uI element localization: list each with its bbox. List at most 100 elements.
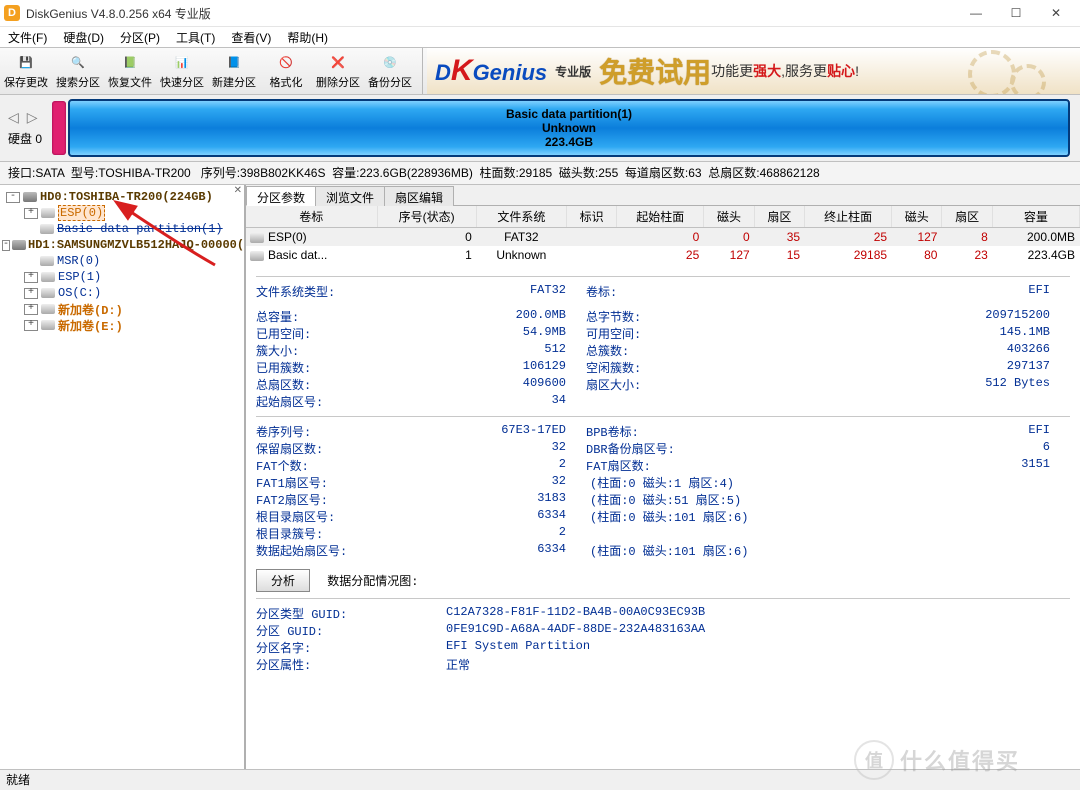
disk-icon (22, 190, 38, 204)
toolbar-label: 格式化 (270, 74, 303, 90)
grid-header[interactable]: 文件系统 (476, 206, 566, 228)
tree-row[interactable]: -HD1:SAMSUNGMZVLB512HAJQ-00000(47 (2, 237, 242, 253)
detail-line: 起始扇区号:34 (256, 393, 1070, 410)
toolbar-button[interactable]: 📊快速分区 (156, 48, 208, 94)
toolbar-button[interactable]: ❌删除分区 (312, 48, 364, 94)
brand-logo: DKGenius (435, 54, 547, 88)
gear-decoration (956, 48, 1076, 94)
tree-row[interactable]: + ESP(1) (2, 269, 242, 285)
tree-toggle-icon[interactable]: + (24, 272, 38, 283)
tabs: 分区参数浏览文件扇区编辑 (246, 185, 1080, 206)
tree-row[interactable]: +ESP(0) (2, 205, 242, 221)
grid-header[interactable]: 卷标 (246, 206, 377, 228)
partition-icon (40, 286, 56, 300)
menu-item[interactable]: 文件(F) (4, 27, 51, 48)
disk-overview-strip: ◁ ▷ 硬盘 0 Basic data partition(1) Unknown… (0, 95, 1080, 162)
disk-partition-block[interactable]: Basic data partition(1) Unknown 223.4GB (68, 99, 1070, 157)
banner-headline: 免费试用 (599, 51, 711, 91)
analyze-button[interactable]: 分析 (256, 569, 310, 592)
grid-header[interactable]: 扇区 (754, 206, 804, 228)
grid-header[interactable]: 标识 (566, 206, 616, 228)
tree-toggle-icon[interactable]: + (24, 208, 38, 219)
detail-line: FAT个数:2FAT扇区数:3151 (256, 457, 1070, 474)
toolbar-button[interactable]: 💿备份分区 (364, 48, 416, 94)
grid-header[interactable]: 扇区 (942, 206, 992, 228)
tree-label: 新加卷(E:) (58, 317, 123, 334)
detail-line: 总容量:200.0MB总字节数:209715200 (256, 308, 1070, 325)
detail-line: 根目录簇号:2 (256, 525, 1070, 542)
disk-esp-sliver[interactable] (52, 101, 66, 155)
partition-icon (40, 302, 56, 316)
banner-ad[interactable]: DKGenius 专业版 免费试用 功能更强大,服务更贴心! (427, 48, 1080, 94)
grid-header[interactable]: 磁头 (892, 206, 942, 228)
detail-line: 分区名字:EFI System Partition (256, 639, 1070, 656)
tree-label: HD1:SAMSUNGMZVLB512HAJQ-00000(47 (28, 238, 246, 252)
toolbar-label: 备份分区 (368, 74, 412, 90)
close-button[interactable]: ✕ (1036, 1, 1076, 25)
tree-label: OS(C:) (58, 286, 101, 300)
toolbar-button[interactable]: 💾保存更改 (0, 48, 52, 94)
nav-forward-icon[interactable]: ▷ (27, 109, 38, 126)
partition-icon (250, 233, 264, 243)
toolbar-label: 快速分区 (160, 74, 204, 90)
grid-header[interactable]: 磁头 (704, 206, 754, 228)
grid-header[interactable]: 容量 (992, 206, 1079, 228)
tree-label: HD0:TOSHIBA-TR200(224GB) (40, 190, 213, 204)
table-row[interactable]: Basic dat...1Unknown2512715291858023223.… (246, 246, 1080, 264)
detail-line: 文件系统类型:FAT32卷标:EFI (256, 283, 1070, 300)
tree-row[interactable]: Basic data partition(1) (2, 221, 242, 237)
partition-block-fs: Unknown (542, 121, 596, 135)
disk-nav: ◁ ▷ 硬盘 0 (8, 109, 42, 147)
tree-toggle-icon[interactable]: + (24, 304, 38, 315)
partition-icon (40, 206, 56, 220)
tab[interactable]: 扇区编辑 (384, 186, 454, 206)
disk-info-line: 接口:SATA 型号:TOSHIBA-TR200 序列号:398B802KK46… (0, 162, 1080, 185)
menu-item[interactable]: 查看(V) (227, 27, 275, 48)
maximize-button[interactable]: ☐ (996, 1, 1036, 25)
tree-toggle-icon[interactable]: - (6, 192, 20, 203)
detail-line: 已用簇数:106129空闲簇数:297137 (256, 359, 1070, 376)
tree-row[interactable]: MSR(0) (2, 253, 242, 269)
partition-icon (250, 251, 264, 261)
toolbar-label: 搜索分区 (56, 74, 100, 90)
grid-header[interactable]: 终止柱面 (805, 206, 892, 228)
tree-row[interactable]: + OS(C:) (2, 285, 242, 301)
menu-item[interactable]: 分区(P) (116, 27, 164, 48)
toolbar-icon: 📘 (222, 53, 246, 73)
main-split: ✕ -HD0:TOSHIBA-TR200(224GB)+ESP(0)Basic … (0, 185, 1080, 777)
tree-close-icon[interactable]: ✕ (234, 185, 242, 196)
toolbar-icon: 📊 (170, 53, 194, 73)
detail-line: 卷序列号:67E3-17EDBPB卷标:EFI (256, 423, 1070, 440)
partition-grid[interactable]: 卷标序号(状态)文件系统标识起始柱面磁头扇区终止柱面磁头扇区容量 ESP(0)0… (246, 206, 1080, 264)
detail-line: 保留扇区数:32DBR备份扇区号:6 (256, 440, 1070, 457)
tree-row[interactable]: + 新加卷(E:) (2, 317, 242, 333)
tab[interactable]: 分区参数 (246, 186, 316, 206)
nav-back-icon[interactable]: ◁ (8, 109, 19, 126)
table-row[interactable]: ESP(0)0FAT320035251278200.0MB (246, 228, 1080, 247)
toolbar-button[interactable]: 🔍搜索分区 (52, 48, 104, 94)
menu-item[interactable]: 帮助(H) (283, 27, 332, 48)
tree-row[interactable]: - HD0:TOSHIBA-TR200(224GB) (2, 189, 242, 205)
tree-pane: ✕ - HD0:TOSHIBA-TR200(224GB)+ESP(0)Basic … (0, 185, 246, 777)
menu-item[interactable]: 工具(T) (172, 27, 219, 48)
tree-label: 新加卷(D:) (58, 301, 123, 318)
menu-item[interactable]: 硬盘(D) (59, 27, 108, 48)
grid-header[interactable]: 序号(状态) (377, 206, 476, 228)
tree-label: ESP(1) (58, 270, 101, 284)
toolbar-button[interactable]: 🚫格式化 (260, 48, 312, 94)
toolbar-icon: 💿 (378, 53, 402, 73)
partition-icon (40, 318, 56, 332)
window-title: DiskGenius V4.8.0.256 x64 专业版 (26, 5, 956, 22)
tree-toggle-icon[interactable]: + (24, 320, 38, 331)
minimize-button[interactable]: — (956, 1, 996, 25)
tree-toggle-icon[interactable]: - (2, 240, 10, 251)
toolbar-icon: 📗 (118, 53, 142, 73)
toolbar-button[interactable]: 📘新建分区 (208, 48, 260, 94)
tree-toggle-icon[interactable]: + (24, 288, 38, 299)
toolbar-separator (416, 48, 423, 94)
tab[interactable]: 浏览文件 (315, 186, 385, 206)
partition-tree[interactable]: - HD0:TOSHIBA-TR200(224GB)+ESP(0)Basic da… (0, 185, 244, 337)
toolbar-button[interactable]: 📗恢复文件 (104, 48, 156, 94)
tree-row[interactable]: + 新加卷(D:) (2, 301, 242, 317)
grid-header[interactable]: 起始柱面 (617, 206, 704, 228)
